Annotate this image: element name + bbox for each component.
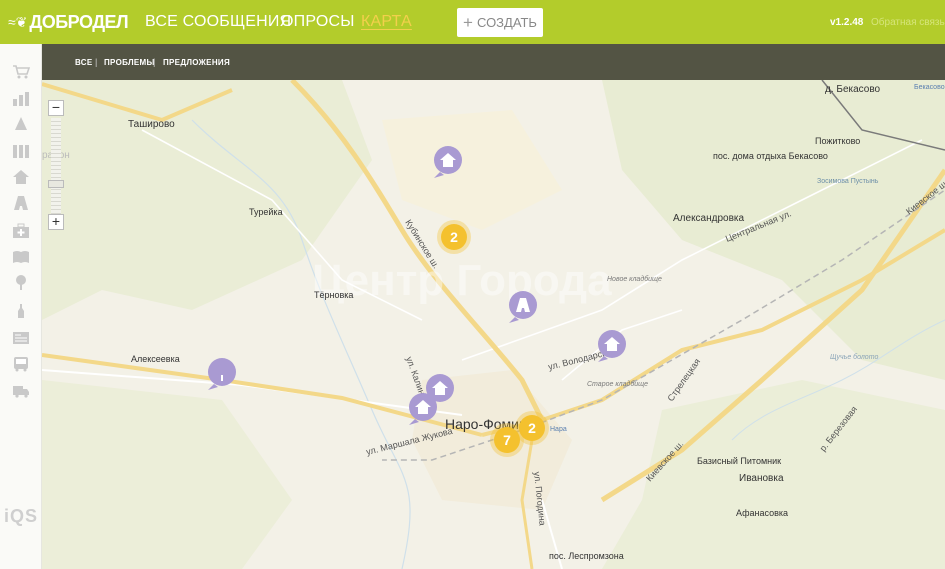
place-ivanovka: Ивановка [739, 473, 784, 484]
nav-polls[interactable]: ОПРОСЫ [281, 13, 355, 31]
place-zosimova: Зосимова Пустынь [817, 178, 879, 185]
plus-icon: + [463, 12, 473, 32]
map-watermark: Центр Города [312, 256, 612, 305]
cart-icon[interactable] [10, 64, 32, 82]
logo-icon: ≈❦ [8, 13, 28, 30]
cluster-count: 7 [503, 432, 511, 448]
zoom-out-button[interactable]: − [48, 100, 64, 116]
filter-proposals[interactable]: ПРЕДЛОЖЕНИЯ [163, 58, 230, 67]
category-sidebar: iQS [0, 44, 42, 569]
create-button[interactable]: + СОЗДАТЬ [457, 8, 543, 37]
place-pozhitkovo: Пожитково [815, 136, 860, 146]
cluster-count: 2 [450, 229, 458, 245]
road-cone-icon[interactable] [10, 116, 32, 134]
place-new-cemetery: Новое кладбище [607, 275, 662, 283]
bus-icon[interactable] [10, 356, 32, 374]
cluster-count: 2 [528, 420, 536, 436]
place-tashirovo: Таширово [128, 119, 175, 130]
place-shchuche: Щучье болото [830, 353, 878, 361]
place-ternovka: Тёрновка [314, 290, 353, 300]
filter-bar: ВСЕ | ПРОБЛЕМЫ | ПРЕДЛОЖЕНИЯ [42, 44, 945, 80]
zoom-slider[interactable] [51, 118, 61, 214]
top-bar: ≈❦ ДОБРОДЕЛ ВСЕ СООБЩЕНИЯ ОПРОСЫ КАРТА +… [0, 0, 945, 44]
create-button-label: СОЗДАТЬ [476, 15, 537, 30]
bar-chart-icon[interactable] [10, 91, 32, 109]
place-afanasovka: Афанасовка [736, 508, 788, 518]
place-nara: Нара [550, 426, 567, 433]
map-canvas[interactable]: Центр Города Таширово район Турейка Тёрн… [42, 80, 945, 569]
logo-text: ДОБРОДЕЛ [29, 11, 129, 32]
book-icon[interactable] [10, 249, 32, 267]
cluster-marker[interactable]: 7 [490, 423, 524, 457]
medkit-icon[interactable] [10, 223, 32, 241]
separator: | [153, 57, 156, 67]
nav-map[interactable]: КАРТА [361, 13, 412, 31]
place-bekasovo-station: Бекасово [914, 84, 945, 91]
place-bekasovo: д. Бекасово [825, 84, 881, 95]
home-icon[interactable] [10, 169, 32, 187]
separator: | [95, 57, 98, 67]
version-label: v1.2.48 [830, 17, 864, 28]
nav-all-messages[interactable]: ВСЕ СООБЩЕНИЯ [145, 13, 291, 31]
cluster-marker[interactable]: 2 [437, 220, 471, 254]
place-nursery: Базисный Питомник [697, 456, 781, 466]
place-lesopromzona: пос. Леспромзона [549, 551, 624, 561]
logo[interactable]: ≈❦ ДОБРОДЕЛ [8, 9, 129, 35]
place-aleksandrovka: Александровка [673, 213, 745, 224]
zoom-slider-thumb[interactable] [48, 180, 64, 188]
map-svg: Центр Города Таширово район Турейка Тёрн… [42, 80, 945, 569]
newspaper-icon[interactable] [10, 330, 32, 348]
feedback-link[interactable]: Обратная связь [871, 17, 945, 28]
place-alekseevka: Алексеевка [131, 354, 180, 364]
zoom-control: − + [48, 100, 64, 230]
filter-problems[interactable]: ПРОБЛЕМЫ [104, 58, 155, 67]
truck-icon[interactable] [10, 383, 32, 401]
tree-icon[interactable] [10, 274, 32, 292]
road-icon[interactable] [10, 195, 32, 213]
place-tureyka: Турейка [249, 207, 283, 217]
bottle-icon[interactable] [10, 303, 32, 321]
zoom-in-button[interactable]: + [48, 214, 64, 230]
place-rest-house: пос. дома отдыха Бекасово [713, 151, 828, 161]
filter-all[interactable]: ВСЕ [75, 58, 93, 67]
buildings-icon[interactable] [10, 143, 32, 161]
iqs-logo: iQS [4, 506, 39, 526]
place-old-cemetery: Старое кладбище [587, 380, 648, 388]
